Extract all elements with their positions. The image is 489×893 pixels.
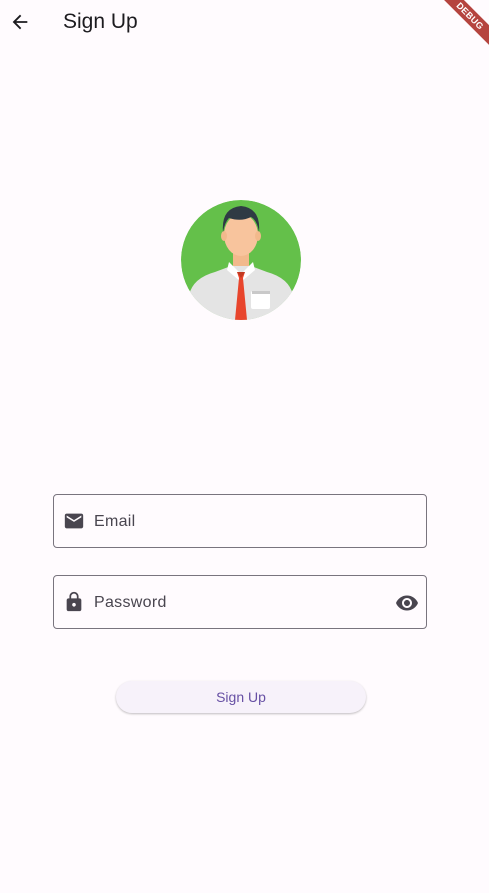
password-visibility-toggle[interactable] — [395, 591, 419, 615]
email-field-label: Email — [94, 513, 136, 530]
password-field-label: Password — [94, 594, 167, 611]
user-avatar-illustration — [181, 200, 301, 320]
app-bar: Sign Up — [0, 0, 489, 44]
back-button[interactable] — [4, 6, 36, 38]
page-title: Sign Up — [63, 10, 138, 33]
arrow-left-icon — [12, 14, 28, 30]
mail-icon — [64, 513, 84, 529]
lock-icon — [66, 591, 82, 612]
avatar — [181, 200, 301, 320]
sign-up-button[interactable]: Sign Up — [116, 681, 366, 713]
password-field[interactable]: Password — [53, 575, 427, 629]
email-field[interactable]: Email — [53, 494, 427, 548]
eye-icon — [396, 595, 418, 611]
